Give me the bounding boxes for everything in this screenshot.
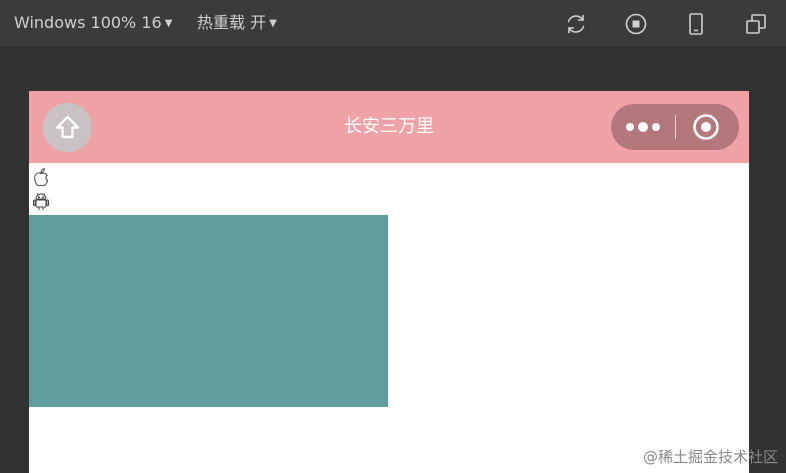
device-label: Windows 100% 16 — [14, 13, 162, 32]
refresh-icon[interactable] — [564, 12, 588, 36]
android-icon — [32, 191, 50, 211]
more-dots-icon[interactable] — [625, 119, 661, 135]
phone-viewport: 长安三万里 — [29, 91, 749, 473]
caret-down-icon: ▼ — [164, 18, 173, 29]
stop-icon[interactable] — [624, 12, 648, 36]
teal-block — [29, 215, 388, 407]
caret-down-icon: ▼ — [269, 18, 277, 29]
phone-icon[interactable] — [684, 12, 708, 36]
navigation-bar: 长安三万里 — [29, 91, 749, 163]
windows-icon[interactable] — [744, 12, 768, 36]
simulator-toolbar: Windows 100% 16 ▼ 热重载 开 ▼ — [0, 0, 786, 46]
watermark: @稀土掘金技术社区 — [642, 448, 778, 466]
capsule-menu — [611, 104, 739, 150]
target-icon[interactable] — [692, 113, 720, 141]
capsule-divider — [675, 115, 676, 139]
device-selector[interactable]: Windows 100% 16 ▼ — [14, 12, 172, 34]
apple-icon — [32, 167, 50, 187]
hot-reload-label: 热重载 开 — [197, 13, 267, 32]
hot-reload-toggle[interactable]: 热重载 开 ▼ — [197, 12, 277, 34]
